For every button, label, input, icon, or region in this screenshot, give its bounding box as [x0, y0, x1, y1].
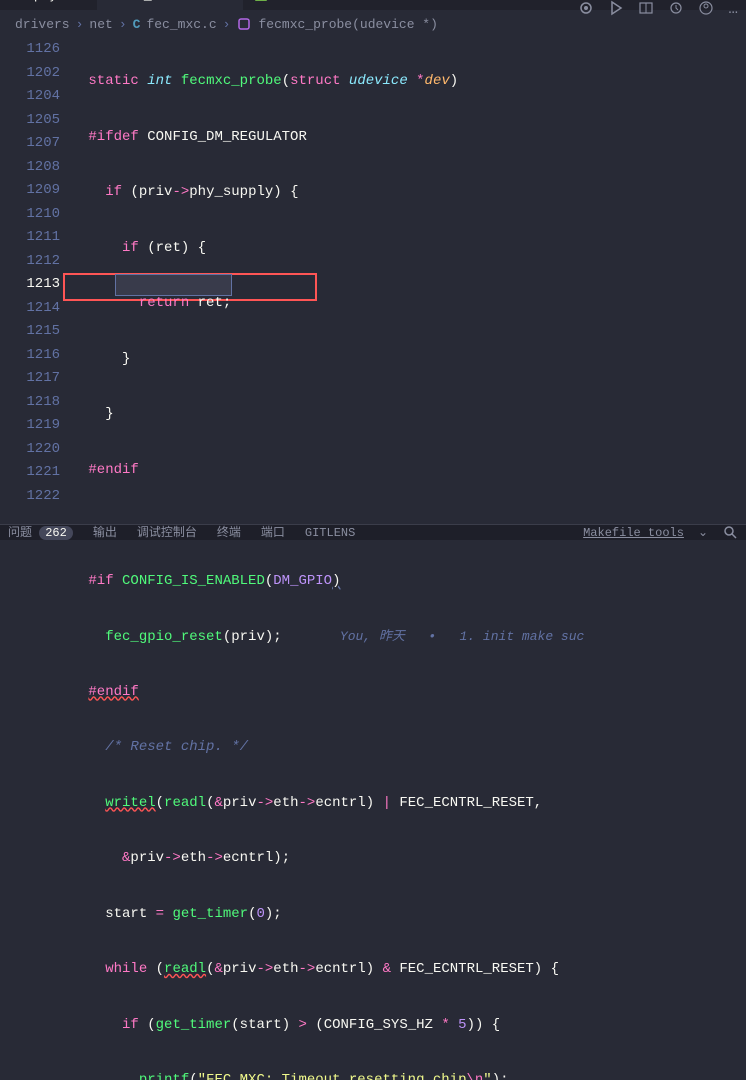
tab-title: build.sh [275, 0, 337, 3]
chevron-right-icon: › [223, 17, 231, 32]
breadcrumb-item[interactable]: drivers [15, 17, 70, 32]
line-number: 1126 [26, 41, 60, 57]
line-number: 1218 [26, 394, 60, 410]
breadcrumb-item[interactable]: fec_mxc.c [146, 17, 216, 32]
line-number: 1215 [26, 323, 60, 339]
code-line[interactable]: #endif [80, 681, 746, 705]
tab-modified-indicator: M [197, 0, 205, 3]
panel-tab-terminal[interactable]: 终端 [217, 524, 241, 540]
panel-tab-output[interactable]: 输出 [93, 524, 117, 540]
code-line[interactable]: } [80, 403, 746, 427]
code-line[interactable]: printf("FEC MXC: Timeout resetting chip\… [80, 1069, 746, 1080]
line-number: 1208 [26, 159, 60, 175]
line-number: 1214 [26, 300, 60, 316]
tab-fecmxc[interactable]: C fec_mxc.c M × [97, 0, 243, 10]
chevron-down-icon[interactable]: ⌄ [698, 525, 708, 540]
sh-file-icon [253, 0, 269, 3]
line-number: 1213 [26, 276, 60, 292]
chevron-right-icon: › [119, 17, 127, 32]
code-line[interactable]: return ret; [80, 292, 746, 316]
code-line[interactable]: #if CONFIG_IS_ENABLED(DM_GPIO) [80, 570, 746, 594]
gutter: 1126 1202 1204 1205 1207 1208 1209 1210 … [0, 38, 80, 528]
tab-buildsh[interactable]: build.sh [243, 0, 347, 10]
split-icon[interactable] [638, 0, 654, 10]
bottom-panel: 问题 262 输出 调试控制台 终端 端口 GITLENS Makefile t… [0, 524, 746, 540]
editor-toolbar: … [578, 0, 738, 10]
tab-bar: C phy.c M C fec_mxc.c M × build.sh … [0, 0, 746, 10]
line-number: 1202 [26, 65, 60, 81]
chevron-right-icon: › [76, 17, 84, 32]
panel-tab-ports[interactable]: 端口 [261, 524, 285, 540]
panel-tab-makefile[interactable]: Makefile tools [583, 526, 684, 540]
code-line[interactable]: #endif [80, 459, 746, 483]
debug-icon[interactable] [578, 0, 594, 10]
tab-close-icon[interactable]: × [224, 0, 232, 3]
code-line[interactable]: writel(readl(&priv->eth->ecntrl) | FEC_E… [80, 792, 746, 816]
line-number: 1216 [26, 347, 60, 363]
code-line[interactable]: fec_gpio_reset(priv); You, 昨天 • 1. init … [80, 625, 746, 649]
panel-tab-debug[interactable]: 调试控制台 [137, 524, 197, 540]
code-line[interactable]: #ifdef CONFIG_DM_REGULATOR [80, 126, 746, 150]
more-icon[interactable]: … [728, 0, 738, 10]
account-icon[interactable] [698, 0, 714, 10]
code-content[interactable]: static int fecmxc_probe(struct udevice *… [80, 38, 746, 528]
code-line[interactable]: if (get_timer(start) > (CONFIG_SYS_HZ * … [80, 1014, 746, 1038]
history-icon[interactable] [668, 0, 684, 10]
panel-tab-gitlens[interactable]: GITLENS [305, 526, 355, 540]
c-file-icon: C [133, 17, 141, 32]
search-icon[interactable] [722, 524, 738, 540]
line-number: 1221 [26, 464, 60, 480]
breadcrumb-symbol[interactable]: fecmxc_probe(udevice *) [258, 17, 437, 32]
code-line[interactable]: /* Reset chip. */ [80, 736, 746, 760]
line-number: 1217 [26, 370, 60, 386]
c-file-icon: C [20, 0, 28, 3]
code-line[interactable]: } [80, 348, 746, 372]
editor-area[interactable]: 1126 1202 1204 1205 1207 1208 1209 1210 … [0, 38, 746, 528]
line-number: 1205 [26, 112, 60, 128]
tab-title: fec_mxc.c [120, 0, 190, 3]
tab-title: phy.c [34, 0, 73, 3]
line-number: 1222 [26, 488, 60, 504]
git-blame-annotation: You, 昨天 • 1. init make suc [332, 629, 584, 644]
line-number: 1220 [26, 441, 60, 457]
tab-phyc[interactable]: C phy.c M [10, 0, 97, 10]
code-line[interactable]: if (priv->phy_supply) { [80, 181, 746, 205]
line-number: 1204 [26, 88, 60, 104]
line-number: 1212 [26, 253, 60, 269]
code-line[interactable]: static int fecmxc_probe(struct udevice *… [80, 70, 746, 94]
line-number: 1210 [26, 206, 60, 222]
code-line[interactable]: &priv->eth->ecntrl); [80, 847, 746, 871]
line-number: 1211 [26, 229, 60, 245]
panel-tab-problems[interactable]: 问题 262 [8, 524, 73, 540]
run-icon[interactable] [608, 0, 624, 10]
function-icon [236, 16, 252, 32]
code-line[interactable]: if (ret) { [80, 237, 746, 261]
line-number: 1219 [26, 417, 60, 433]
c-file-icon: C [107, 0, 115, 3]
code-line[interactable]: while (readl(&priv->eth->ecntrl) & FEC_E… [80, 958, 746, 982]
line-number: 1207 [26, 135, 60, 151]
line-number: 1209 [26, 182, 60, 198]
breadcrumb-item[interactable]: net [89, 17, 112, 32]
code-line[interactable]: start = get_timer(0); [80, 903, 746, 927]
tab-modified-indicator: M [79, 0, 87, 3]
